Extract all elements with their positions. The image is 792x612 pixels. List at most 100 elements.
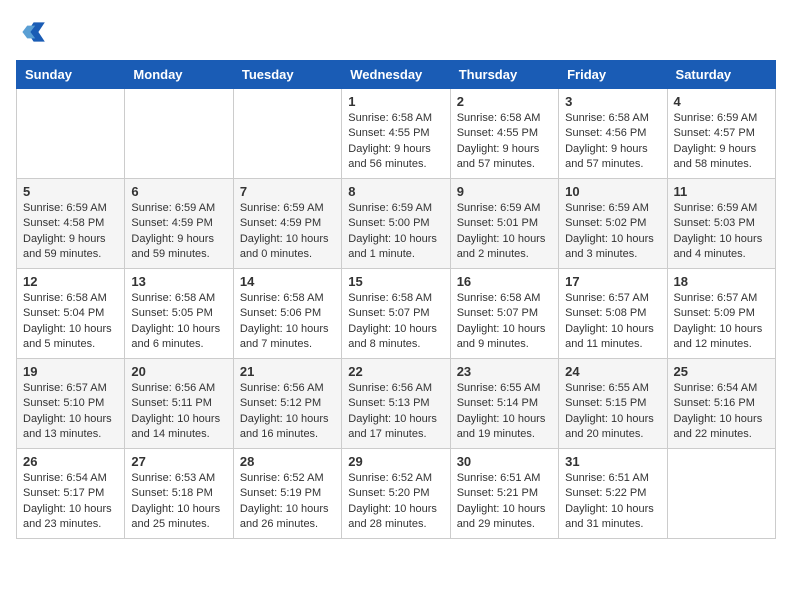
day-detail: Sunrise: 6:58 AM Sunset: 5:07 PM Dayligh… xyxy=(348,291,443,353)
day-number: 3 xyxy=(565,94,660,109)
calendar: SundayMondayTuesdayWednesdayThursdayFrid… xyxy=(16,60,776,539)
calendar-cell: 12 Sunrise: 6:58 AM Sunset: 5:04 PM Dayli… xyxy=(17,269,125,359)
calendar-cell: 8 Sunrise: 6:59 AM Sunset: 5:00 PM Daylig… xyxy=(342,179,450,269)
day-number: 27 xyxy=(131,454,226,469)
day-detail: Sunrise: 6:52 AM Sunset: 5:20 PM Dayligh… xyxy=(348,471,443,533)
day-detail: Sunrise: 6:57 AM Sunset: 5:09 PM Dayligh… xyxy=(674,291,769,353)
column-header-friday: Friday xyxy=(559,61,667,89)
column-header-thursday: Thursday xyxy=(450,61,558,89)
day-number: 13 xyxy=(131,274,226,289)
calendar-cell: 27 Sunrise: 6:53 AM Sunset: 5:18 PM Dayli… xyxy=(125,449,233,539)
column-header-sunday: Sunday xyxy=(17,61,125,89)
calendar-cell: 22 Sunrise: 6:56 AM Sunset: 5:13 PM Dayli… xyxy=(342,359,450,449)
day-detail: Sunrise: 6:58 AM Sunset: 5:04 PM Dayligh… xyxy=(23,291,118,353)
day-detail: Sunrise: 6:58 AM Sunset: 5:06 PM Dayligh… xyxy=(240,291,335,353)
day-number: 28 xyxy=(240,454,335,469)
day-number: 1 xyxy=(348,94,443,109)
day-detail: Sunrise: 6:59 AM Sunset: 5:02 PM Dayligh… xyxy=(565,201,660,263)
column-header-wednesday: Wednesday xyxy=(342,61,450,89)
calendar-week-row: 26 Sunrise: 6:54 AM Sunset: 5:17 PM Dayli… xyxy=(17,449,776,539)
calendar-cell: 25Sunrise: 6:54 AM Sunset: 5:16 PM Dayli… xyxy=(667,359,775,449)
day-detail: Sunrise: 6:59 AM Sunset: 5:01 PM Dayligh… xyxy=(457,201,552,263)
logo-icon xyxy=(16,16,48,48)
day-number: 19 xyxy=(23,364,118,379)
day-number: 23 xyxy=(457,364,552,379)
day-number: 22 xyxy=(348,364,443,379)
day-number: 2 xyxy=(457,94,552,109)
day-number: 20 xyxy=(131,364,226,379)
calendar-cell: 30 Sunrise: 6:51 AM Sunset: 5:21 PM Dayli… xyxy=(450,449,558,539)
calendar-cell xyxy=(17,89,125,179)
calendar-cell: 31Sunrise: 6:51 AM Sunset: 5:22 PM Dayli… xyxy=(559,449,667,539)
day-number: 30 xyxy=(457,454,552,469)
day-number: 12 xyxy=(23,274,118,289)
calendar-cell: 19 Sunrise: 6:57 AM Sunset: 5:10 PM Dayli… xyxy=(17,359,125,449)
day-detail: Sunrise: 6:55 AM Sunset: 5:14 PM Dayligh… xyxy=(457,381,552,443)
day-number: 18 xyxy=(674,274,769,289)
day-number: 6 xyxy=(131,184,226,199)
calendar-cell: 10 Sunrise: 6:59 AM Sunset: 5:02 PM Dayli… xyxy=(559,179,667,269)
calendar-cell: 24 Sunrise: 6:55 AM Sunset: 5:15 PM Dayli… xyxy=(559,359,667,449)
logo xyxy=(16,16,52,48)
calendar-cell: 5 Sunrise: 6:59 AM Sunset: 4:58 PM Daylig… xyxy=(17,179,125,269)
day-detail: Sunrise: 6:53 AM Sunset: 5:18 PM Dayligh… xyxy=(131,471,226,533)
day-number: 29 xyxy=(348,454,443,469)
day-number: 7 xyxy=(240,184,335,199)
calendar-cell: 23 Sunrise: 6:55 AM Sunset: 5:14 PM Dayli… xyxy=(450,359,558,449)
day-detail: Sunrise: 6:58 AM Sunset: 5:07 PM Dayligh… xyxy=(457,291,552,353)
day-number: 26 xyxy=(23,454,118,469)
day-detail: Sunrise: 6:58 AM Sunset: 4:56 PM Dayligh… xyxy=(565,111,660,173)
day-detail: Sunrise: 6:59 AM Sunset: 4:57 PM Dayligh… xyxy=(674,111,769,173)
day-detail: Sunrise: 6:59 AM Sunset: 5:00 PM Dayligh… xyxy=(348,201,443,263)
day-detail: Sunrise: 6:54 AM Sunset: 5:17 PM Dayligh… xyxy=(23,471,118,533)
calendar-cell: 4 Sunrise: 6:59 AM Sunset: 4:57 PM Daylig… xyxy=(667,89,775,179)
day-detail: Sunrise: 6:59 AM Sunset: 5:03 PM Dayligh… xyxy=(674,201,769,263)
calendar-cell: 26 Sunrise: 6:54 AM Sunset: 5:17 PM Dayli… xyxy=(17,449,125,539)
day-number: 16 xyxy=(457,274,552,289)
day-number: 9 xyxy=(457,184,552,199)
day-number: 15 xyxy=(348,274,443,289)
calendar-cell xyxy=(233,89,341,179)
day-number: 14 xyxy=(240,274,335,289)
day-detail: Sunrise: 6:56 AM Sunset: 5:13 PM Dayligh… xyxy=(348,381,443,443)
day-number: 25 xyxy=(674,364,769,379)
day-detail: Sunrise: 6:51 AM Sunset: 5:21 PM Dayligh… xyxy=(457,471,552,533)
calendar-cell: 3 Sunrise: 6:58 AM Sunset: 4:56 PM Daylig… xyxy=(559,89,667,179)
day-number: 11 xyxy=(674,184,769,199)
day-detail: Sunrise: 6:58 AM Sunset: 4:55 PM Dayligh… xyxy=(348,111,443,173)
day-number: 5 xyxy=(23,184,118,199)
calendar-cell: 17Sunrise: 6:57 AM Sunset: 5:08 PM Dayli… xyxy=(559,269,667,359)
calendar-week-row: 1 Sunrise: 6:58 AM Sunset: 4:55 PM Daylig… xyxy=(17,89,776,179)
column-header-tuesday: Tuesday xyxy=(233,61,341,89)
day-detail: Sunrise: 6:55 AM Sunset: 5:15 PM Dayligh… xyxy=(565,381,660,443)
calendar-cell: 7 Sunrise: 6:59 AM Sunset: 4:59 PM Daylig… xyxy=(233,179,341,269)
day-detail: Sunrise: 6:57 AM Sunset: 5:08 PM Dayligh… xyxy=(565,291,660,353)
day-number: 10 xyxy=(565,184,660,199)
calendar-cell: 20 Sunrise: 6:56 AM Sunset: 5:11 PM Dayli… xyxy=(125,359,233,449)
calendar-cell: 9 Sunrise: 6:59 AM Sunset: 5:01 PM Daylig… xyxy=(450,179,558,269)
day-number: 21 xyxy=(240,364,335,379)
day-number: 24 xyxy=(565,364,660,379)
day-detail: Sunrise: 6:57 AM Sunset: 5:10 PM Dayligh… xyxy=(23,381,118,443)
day-detail: Sunrise: 6:59 AM Sunset: 4:58 PM Dayligh… xyxy=(23,201,118,263)
calendar-cell: 2 Sunrise: 6:58 AM Sunset: 4:55 PM Daylig… xyxy=(450,89,558,179)
calendar-week-row: 19 Sunrise: 6:57 AM Sunset: 5:10 PM Dayli… xyxy=(17,359,776,449)
day-number: 31 xyxy=(565,454,660,469)
day-detail: Sunrise: 6:56 AM Sunset: 5:11 PM Dayligh… xyxy=(131,381,226,443)
day-detail: Sunrise: 6:52 AM Sunset: 5:19 PM Dayligh… xyxy=(240,471,335,533)
calendar-cell: 18 Sunrise: 6:57 AM Sunset: 5:09 PM Dayli… xyxy=(667,269,775,359)
day-detail: Sunrise: 6:59 AM Sunset: 4:59 PM Dayligh… xyxy=(240,201,335,263)
column-header-saturday: Saturday xyxy=(667,61,775,89)
day-detail: Sunrise: 6:59 AM Sunset: 4:59 PM Dayligh… xyxy=(131,201,226,263)
calendar-cell xyxy=(125,89,233,179)
calendar-cell: 6 Sunrise: 6:59 AM Sunset: 4:59 PM Daylig… xyxy=(125,179,233,269)
calendar-cell: 21Sunrise: 6:56 AM Sunset: 5:12 PM Dayli… xyxy=(233,359,341,449)
calendar-cell: 11 Sunrise: 6:59 AM Sunset: 5:03 PM Dayli… xyxy=(667,179,775,269)
calendar-cell: 28 Sunrise: 6:52 AM Sunset: 5:19 PM Dayli… xyxy=(233,449,341,539)
day-detail: Sunrise: 6:58 AM Sunset: 5:05 PM Dayligh… xyxy=(131,291,226,353)
day-detail: Sunrise: 6:58 AM Sunset: 4:55 PM Dayligh… xyxy=(457,111,552,173)
day-number: 8 xyxy=(348,184,443,199)
calendar-cell: 29 Sunrise: 6:52 AM Sunset: 5:20 PM Dayli… xyxy=(342,449,450,539)
calendar-cell xyxy=(667,449,775,539)
day-number: 4 xyxy=(674,94,769,109)
